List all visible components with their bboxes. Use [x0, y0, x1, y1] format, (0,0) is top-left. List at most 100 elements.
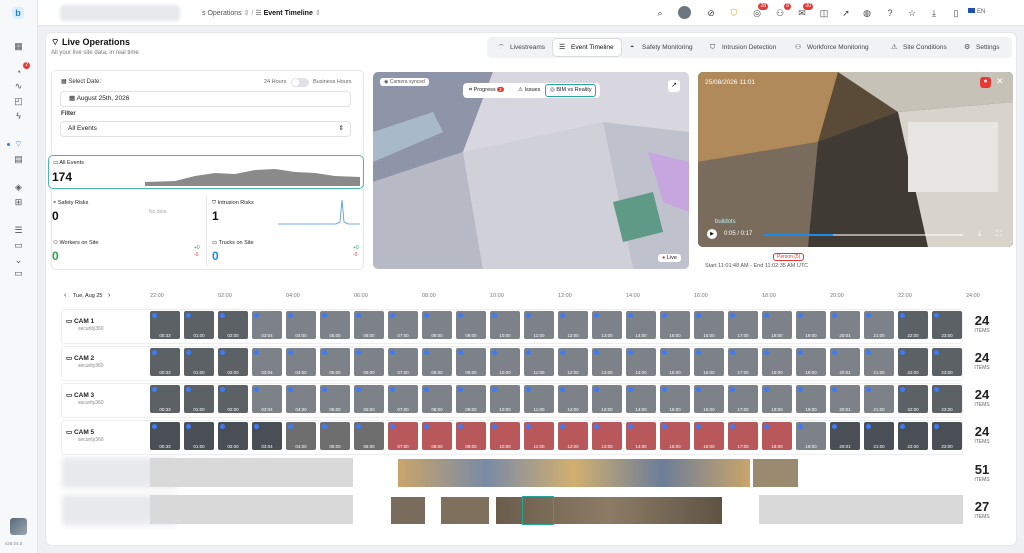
progress-button[interactable]: ⌗ Progress 2 — [469, 87, 504, 94]
camera-name[interactable]: ▭ CAM 5 — [66, 428, 94, 436]
event-thumbnail[interactable]: 00:33 — [150, 422, 180, 450]
event-thumbnail[interactable]: 21:00 — [864, 348, 894, 376]
event-thumbnail[interactable]: 10:00 — [490, 311, 520, 339]
event-thumbnail[interactable]: 19:00 — [796, 348, 826, 376]
tab-workforce-monitoring[interactable]: ⚇ Workforce Monitoring — [789, 39, 869, 56]
event-thumbnail[interactable]: 22:00 — [898, 311, 928, 339]
event-thumbnail[interactable]: 07:00 — [388, 385, 418, 413]
event-thumbnail[interactable]: 11:00 — [524, 385, 554, 413]
event-thumbnail[interactable]: 17:00 — [728, 311, 758, 339]
event-thumbnail[interactable]: 20:01 — [830, 422, 860, 450]
event-thumbnail[interactable]: 09:00 — [456, 385, 486, 413]
app-logo[interactable]: b — [12, 7, 24, 19]
tab-site-conditions[interactable]: ⚠ Site Conditions — [885, 39, 947, 56]
event-thumbnail[interactable]: 08:00 — [422, 422, 452, 450]
camera-name[interactable]: ▭ CAM 3 — [66, 391, 94, 399]
chevron-down-icon[interactable]: ⌄ — [12, 254, 25, 267]
event-thumbnail[interactable]: 04:00 — [286, 422, 316, 450]
event-thumbnail[interactable]: 05:00 — [320, 311, 350, 339]
event-thumbnail[interactable]: 19:00 — [796, 385, 826, 413]
event-thumbnail[interactable]: 23:00 — [932, 311, 962, 339]
hierarchy-icon[interactable]: ⊞ — [12, 196, 25, 209]
event-thumbnail[interactable]: 02:00 — [218, 311, 248, 339]
event-thumbnail[interactable]: 15:00 — [660, 385, 690, 413]
prev-day-button[interactable]: ‹ — [64, 292, 66, 299]
event-thumbnail[interactable]: 12:00 — [558, 311, 588, 339]
breadcrumb-current[interactable]: Event Timeline — [264, 10, 313, 17]
event-thumbnail[interactable]: 09:00 — [456, 422, 486, 450]
rocket-icon[interactable]: ➚ — [840, 7, 852, 19]
event-thumbnail[interactable]: 05:00 — [320, 422, 350, 450]
video-player[interactable] — [698, 72, 1013, 247]
event-thumbnail[interactable]: 18:00 — [762, 311, 792, 339]
event-thumbnail[interactable]: 08:00 — [422, 311, 452, 339]
event-thumbnail[interactable]: 00:33 — [150, 311, 180, 339]
event-thumbnail[interactable]: 16:00 — [694, 385, 724, 413]
event-thumbnail[interactable]: 10:00 — [490, 422, 520, 450]
event-thumbnail[interactable]: 00:33 — [150, 348, 180, 376]
list-icon[interactable]: ☰ — [12, 224, 25, 237]
tab-settings[interactable]: ⚙ Settings — [958, 39, 1000, 56]
event-thumbnail[interactable]: 07:00 — [388, 422, 418, 450]
event-thumbnail[interactable]: 05:00 — [320, 348, 350, 376]
event-thumbnail[interactable]: 06:00 — [354, 385, 384, 413]
event-thumbnail[interactable]: 09:00 — [456, 311, 486, 339]
event-thumbnail[interactable]: 22:00 — [898, 385, 928, 413]
filter-select[interactable]: All Events ⇕ — [60, 121, 351, 137]
event-thumbnail[interactable]: 12:00 — [558, 422, 588, 450]
event-thumbnail[interactable]: 13:00 — [592, 348, 622, 376]
event-thumbnail[interactable]: 15:00 — [660, 311, 690, 339]
event-thumbnail[interactable]: 02:00 — [218, 422, 248, 450]
issues-button[interactable]: ⚠ Issues — [518, 87, 540, 93]
event-thumbnail[interactable]: 01:00 — [184, 348, 214, 376]
event-thumbnail[interactable]: 01:00 — [184, 422, 214, 450]
event-thumbnail[interactable]: 19:00 — [796, 311, 826, 339]
event-thumbnail[interactable]: 01:00 — [184, 385, 214, 413]
event-thumbnail[interactable]: 23:00 — [932, 385, 962, 413]
event-thumbnail[interactable]: 18:00 — [762, 348, 792, 376]
event-thumbnail[interactable]: 16:00 — [694, 422, 724, 450]
external-link-icon[interactable]: ↗ — [668, 80, 680, 92]
event-thumbnail[interactable]: 04:00 — [286, 385, 316, 413]
event-thumbnail[interactable]: 03:04 — [252, 348, 282, 376]
event-thumbnail[interactable]: 15:00 — [660, 348, 690, 376]
phone-icon[interactable]: ▯ — [950, 7, 962, 19]
shield-icon[interactable]: ⛉ — [728, 7, 740, 19]
camera-name[interactable]: ▭ CAM 2 — [66, 354, 94, 362]
event-thumbnail[interactable]: 23:00 — [932, 422, 962, 450]
robot-icon[interactable]: ◰ — [12, 95, 25, 108]
event-thumbnail[interactable]: 17:00 — [728, 385, 758, 413]
next-day-button[interactable]: › — [108, 292, 110, 299]
event-thumbnail[interactable]: 06:00 — [354, 422, 384, 450]
live-operations-icon[interactable]: ⌔ — [12, 138, 25, 151]
download-icon[interactable]: ⤓ — [928, 7, 940, 19]
download-icon[interactable]: ⤓ — [978, 229, 982, 239]
tab-intrusion-detection[interactable]: ⛉ Intrusion Detection — [704, 39, 776, 56]
event-thumbnail[interactable]: 17:00 — [728, 422, 758, 450]
project-selector-blurred[interactable] — [60, 5, 180, 21]
layers-icon[interactable]: ◈ — [12, 181, 25, 194]
breadcrumb-parent[interactable]: s Operations — [202, 10, 242, 17]
fullscreen-icon[interactable]: ⛶ — [996, 229, 1002, 239]
event-thumbnail[interactable]: 07:00 — [388, 348, 418, 376]
event-thumbnail[interactable]: 14:00 — [626, 385, 656, 413]
chat-icon[interactable]: ◫ — [818, 7, 830, 19]
event-thumbnail[interactable]: 22:00 — [898, 348, 928, 376]
event-thumbnail[interactable]: 04:00 — [286, 348, 316, 376]
event-thumbnail[interactable]: 15:00 — [660, 422, 690, 450]
event-thumbnail[interactable]: 02:00 — [218, 385, 248, 413]
event-thumbnail[interactable]: 13:00 — [592, 422, 622, 450]
event-thumbnail[interactable]: 03:04 — [252, 385, 282, 413]
event-thumbnail[interactable]: 03:04 — [252, 311, 282, 339]
mail-icon[interactable]: ✉ 20 — [796, 3, 813, 19]
event-thumbnail[interactable]: 01:00 — [184, 311, 214, 339]
event-thumbnail[interactable]: 16:00 — [694, 311, 724, 339]
people-icon[interactable]: ⚇ 8 — [774, 3, 791, 19]
event-thumbnail[interactable]: 14:00 — [626, 348, 656, 376]
event-thumbnail[interactable]: 07:00 — [388, 311, 418, 339]
event-thumbnail[interactable]: 20:01 — [830, 385, 860, 413]
alerts-icon[interactable]: ◔ 2 — [12, 62, 30, 79]
event-thumbnail[interactable]: 08:00 — [422, 385, 452, 413]
event-thumbnail[interactable]: 18:00 — [762, 385, 792, 413]
camera-name[interactable]: ▭ CAM 1 — [66, 317, 94, 325]
